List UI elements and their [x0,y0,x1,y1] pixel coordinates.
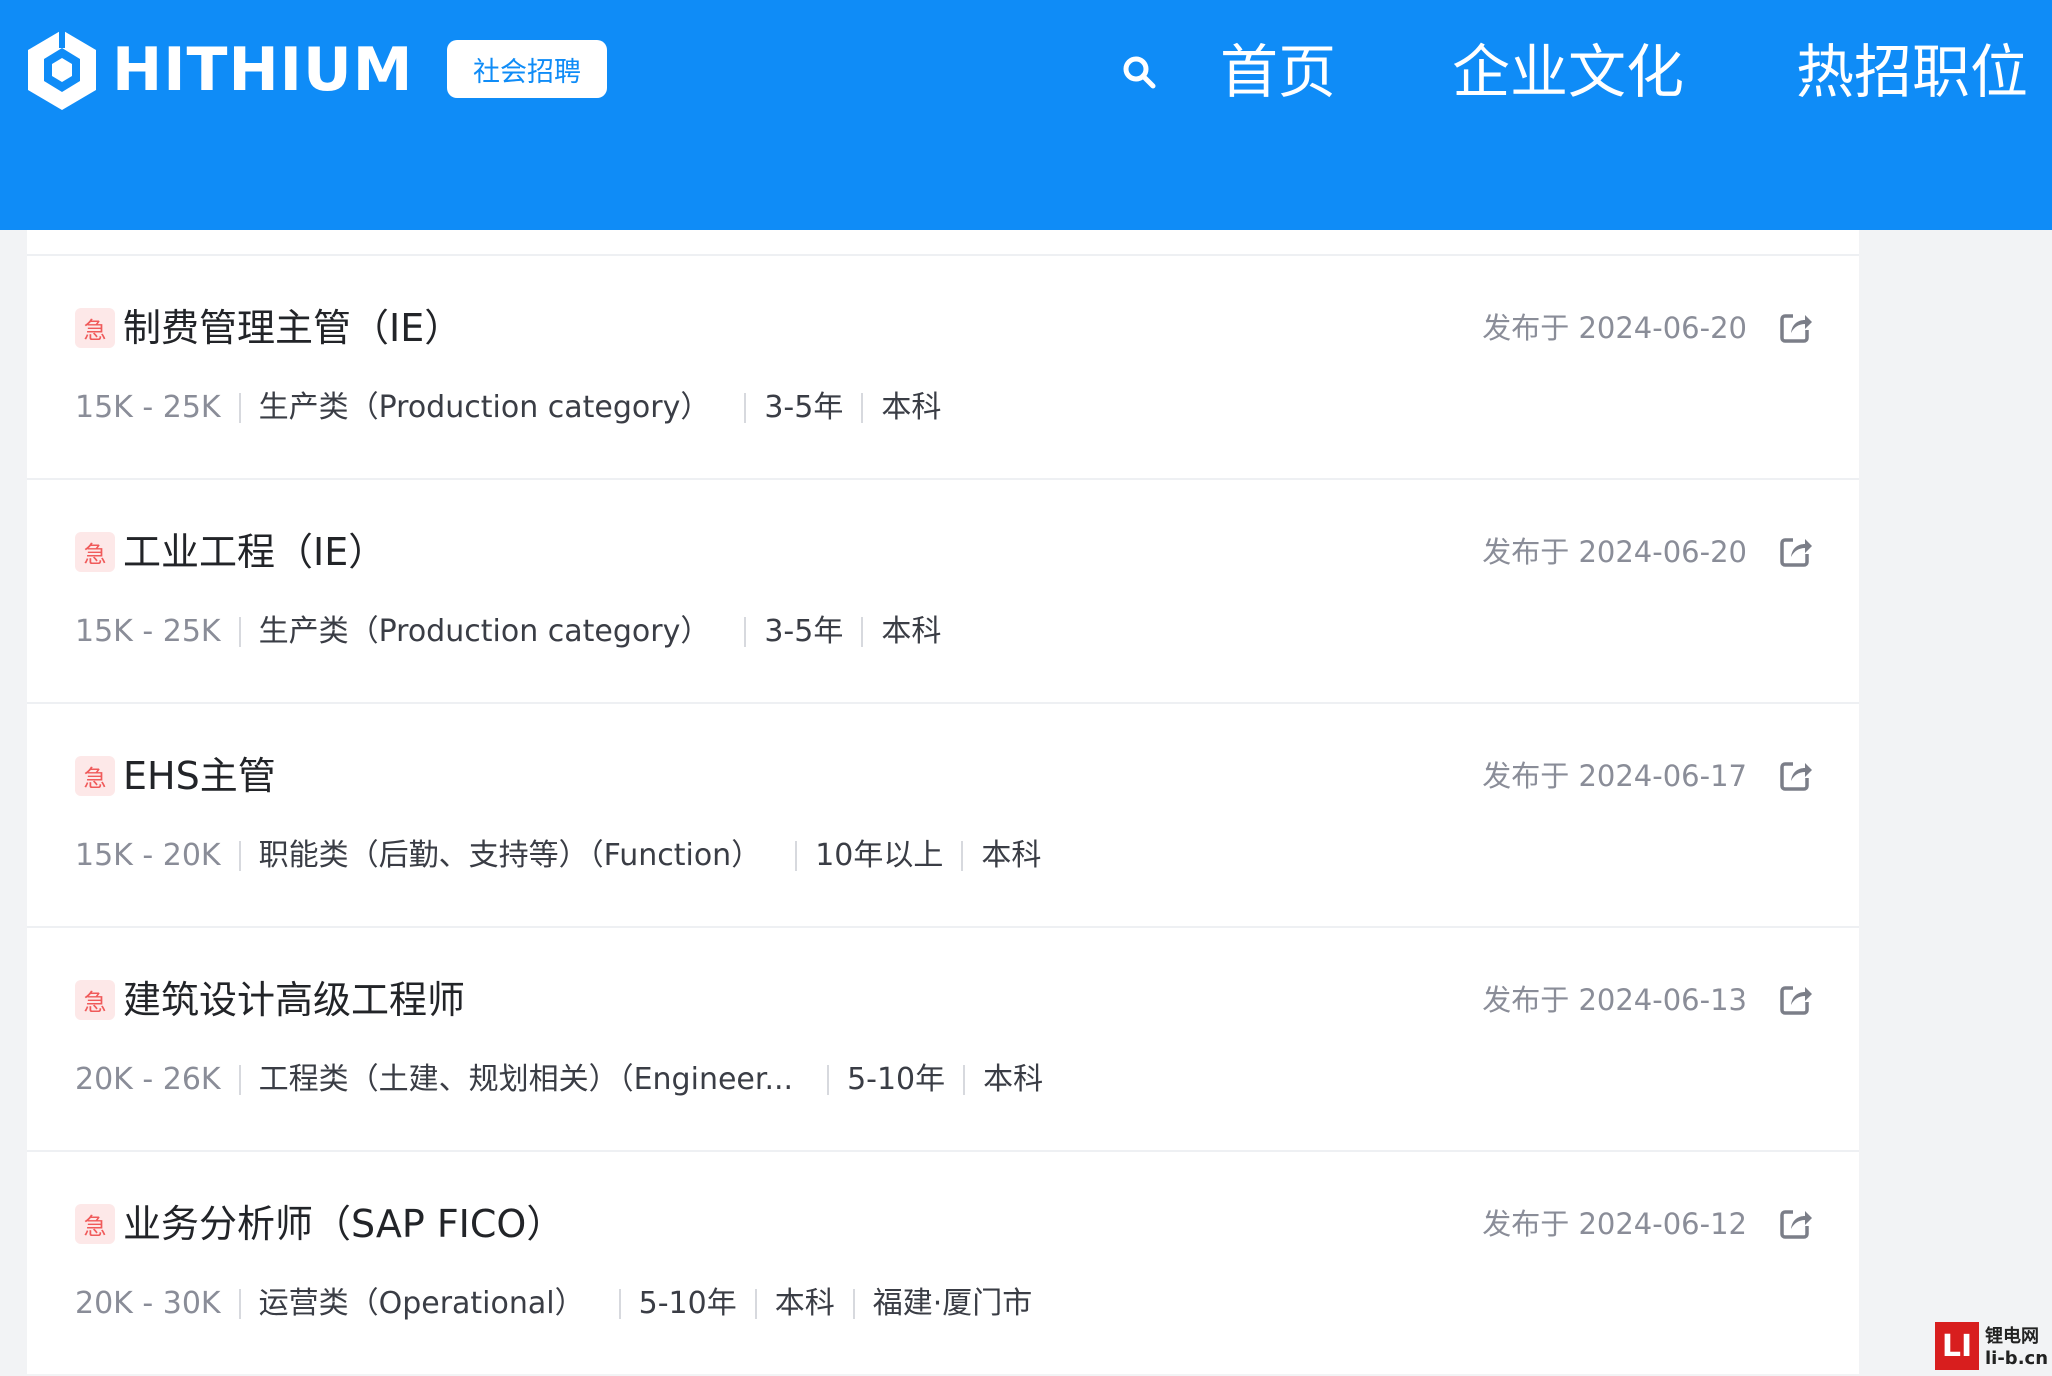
share-icon[interactable] [1779,534,1813,568]
job-location: 福建·厦门市 [872,1286,1033,1321]
job-title[interactable]: 制费管理主管（IE） [123,304,462,352]
divider [852,1289,855,1319]
job-date: 发布于 2024-06-20 [1482,535,1747,569]
urgent-badge: 急 [75,308,115,348]
job-item[interactable]: 急 EHS主管 发布于 2024-06-17 15K - 20K 职能类（后勤、… [27,704,1859,928]
job-date: 发布于 2024-06-13 [1482,983,1747,1017]
divider [754,1289,757,1319]
top-header: HITHIUM 社会招聘 首页 企业文化 热招职位 [0,0,2052,230]
job-item[interactable]: 急 工业工程（IE） 发布于 2024-06-20 15K - 25K 生产类（… [27,480,1859,704]
job-category: 运营类（Operational） [258,1286,585,1321]
watermark-line2: li-b.cn [1985,1348,2049,1369]
job-date: 发布于 2024-06-12 [1482,1207,1747,1241]
watermark-line1: 锂电网 [1985,1326,2039,1347]
site-watermark: LI 锂电网 li-b.cn [1935,1322,2048,1370]
divider [744,617,747,647]
job-title[interactable]: 建筑设计高级工程师 [123,976,465,1024]
watermark-text: 锂电网 li-b.cn [1985,1326,2048,1370]
job-meta: 20K - 26K 工程类（土建、规划相关）（Engineer... 5-10年… [75,1058,1043,1102]
job-salary: 20K - 30K [75,1286,221,1321]
nav-culture[interactable]: 企业文化 [1452,32,1684,112]
search-icon[interactable] [1122,55,1156,89]
share-icon[interactable] [1779,1206,1813,1240]
job-salary: 20K - 26K [75,1062,221,1097]
job-item[interactable]: 急 建筑设计高级工程师 发布于 2024-06-13 20K - 26K 工程类… [27,928,1859,1152]
job-education: 本科 [983,1062,1044,1097]
job-title[interactable]: 工业工程（IE） [123,528,386,576]
share-icon[interactable] [1779,982,1813,1016]
job-meta: 15K - 20K 职能类（后勤、支持等）（Function） 10年以上 本科 [75,834,1041,878]
divider [861,393,864,423]
urgent-badge: 急 [75,1204,115,1244]
job-category: 生产类（Production category） [258,390,711,425]
logo-hexagon-icon [28,30,96,110]
urgent-badge: 急 [75,980,115,1020]
divider [963,1065,966,1095]
job-meta: 20K - 30K 运营类（Operational） 5-10年 本科 福建·厦… [75,1282,1032,1326]
job-salary: 15K - 25K [75,614,221,649]
job-experience: 5-10年 [847,1062,946,1097]
job-education: 本科 [881,614,942,649]
social-recruitment-button[interactable]: 社会招聘 [447,40,607,98]
job-list: 急 制费管理主管（IE） 发布于 2024-06-20 15K - 25K 生产… [27,230,1859,1374]
divider [238,617,241,647]
divider [861,617,864,647]
divider [744,393,747,423]
job-education: 本科 [774,1286,835,1321]
urgent-badge: 急 [75,756,115,796]
divider [238,1065,241,1095]
job-category: 生产类（Production category） [258,614,711,649]
logo-text: HITHIUM [112,35,414,105]
job-date: 发布于 2024-06-17 [1482,759,1747,793]
job-education: 本科 [981,838,1042,873]
job-education: 本科 [881,390,942,425]
job-experience: 10年以上 [815,838,944,873]
job-experience: 3-5年 [764,390,844,425]
job-category: 职能类（后勤、支持等）（Function） [258,838,762,873]
job-item[interactable]: 急 制费管理主管（IE） 发布于 2024-06-20 15K - 25K 生产… [27,256,1859,480]
brand-logo[interactable]: HITHIUM [26,28,413,112]
divider [795,841,798,871]
job-title[interactable]: EHS主管 [123,752,276,800]
divider [827,1065,830,1095]
job-meta: 15K - 25K 生产类（Production category） 3-5年 … [75,386,941,430]
divider [238,1289,241,1319]
job-salary: 15K - 25K [75,390,221,425]
job-date: 发布于 2024-06-20 [1482,311,1747,345]
job-meta: 15K - 25K 生产类（Production category） 3-5年 … [75,610,941,654]
job-category: 工程类（土建、规划相关）（Engineer... [258,1062,794,1097]
nav-home[interactable]: 首页 [1220,32,1336,112]
job-experience: 5-10年 [638,1286,737,1321]
job-title[interactable]: 业务分析师（SAP FICO） [123,1200,564,1248]
divider [238,393,241,423]
urgent-badge: 急 [75,532,115,572]
share-icon[interactable] [1779,758,1813,792]
divider [961,841,964,871]
job-experience: 3-5年 [764,614,844,649]
divider [618,1289,621,1319]
share-icon[interactable] [1779,310,1813,344]
job-salary: 15K - 20K [75,838,221,873]
nav-hot-jobs[interactable]: 热招职位 [1796,32,2028,112]
watermark-badge: LI [1935,1322,1979,1370]
divider [238,841,241,871]
job-item[interactable]: 急 业务分析师（SAP FICO） 发布于 2024-06-12 20K - 3… [27,1152,1859,1376]
